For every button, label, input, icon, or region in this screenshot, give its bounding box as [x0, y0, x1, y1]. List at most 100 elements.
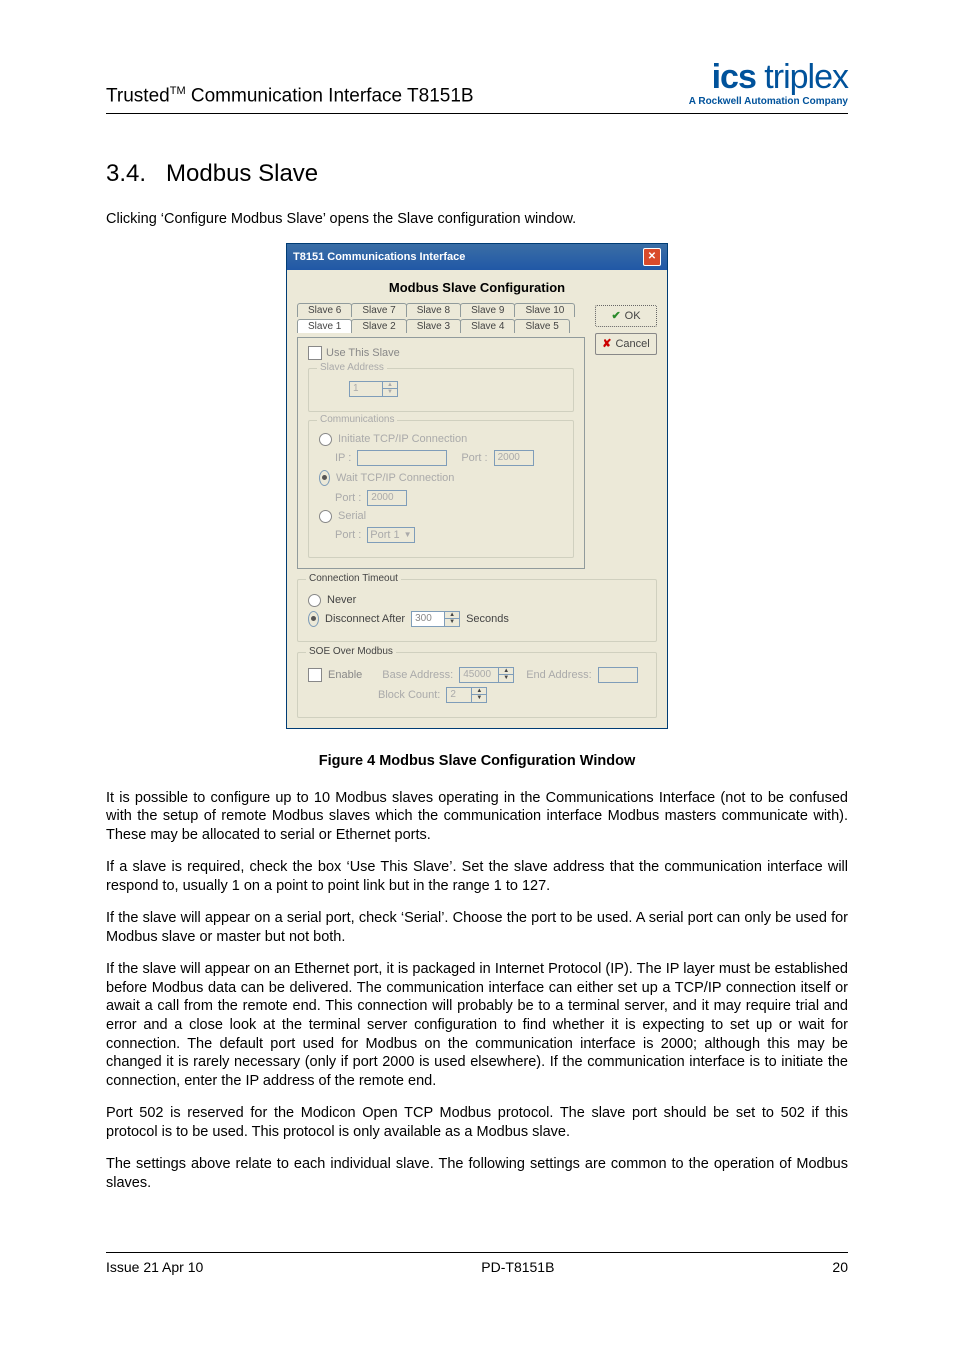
down-arrow-icon[interactable]: ▼ [472, 695, 486, 702]
body-paragraph: If the slave will appear on an Ethernet … [106, 960, 848, 1090]
never-radio[interactable] [308, 594, 321, 607]
page-footer: Issue 21 Apr 10 PD-T8151B 20 [106, 1252, 848, 1275]
doc-title: TrustedTM Communication Interface T8151B [106, 85, 474, 107]
soe-enable-checkbox[interactable] [308, 668, 322, 682]
tab-slave-8[interactable]: Slave 8 [406, 303, 461, 317]
down-arrow-icon[interactable]: ▼ [445, 619, 459, 626]
header-rule [106, 113, 848, 114]
serial-port-value: Port 1 [370, 529, 399, 541]
up-arrow-icon[interactable]: ▲ [472, 688, 486, 696]
tab-slave-5[interactable]: Slave 5 [514, 319, 569, 333]
port-wait-label: Port : [335, 492, 361, 504]
serial-row[interactable]: Serial [319, 510, 563, 523]
disconnect-after-value[interactable]: 300 [411, 611, 445, 627]
slave-address-spinner[interactable]: 1 ▲▼ [349, 381, 398, 397]
tagline-comp: Company [800, 96, 848, 107]
close-icon[interactable]: ✕ [643, 248, 661, 266]
serial-port-select[interactable]: Port 1 ▼ [367, 527, 414, 543]
tab-panel: Use This Slave Slave Address 1 ▲▼ [297, 337, 585, 569]
initiate-tcpip-label: Initiate TCP/IP Connection [338, 433, 467, 445]
footer-right: 20 [832, 1259, 848, 1275]
check-icon: ✔ [611, 309, 620, 322]
disconnect-after-label: Disconnect After [325, 613, 405, 625]
up-arrow-icon[interactable]: ▲ [445, 612, 459, 620]
disconnect-after-radio[interactable] [308, 611, 319, 627]
tab-slave-10[interactable]: Slave 10 [514, 303, 575, 317]
footer-left: Issue 21 Apr 10 [106, 1259, 203, 1275]
cancel-button[interactable]: ✘Cancel [595, 333, 657, 355]
dialog-window: T8151 Communications Interface ✕ Modbus … [286, 243, 668, 729]
base-address-spinner[interactable]: 45000 ▲▼ [459, 667, 514, 683]
section-heading: 3.4. Modbus Slave [106, 160, 848, 188]
intro-paragraph: Clicking ‘Configure Modbus Slave’ opens … [106, 210, 848, 229]
ip-label: IP : [335, 452, 351, 464]
never-row[interactable]: Never [308, 594, 646, 607]
soe-over-modbus-title: SOE Over Modbus [306, 646, 396, 657]
tagline-a: A [689, 96, 699, 107]
base-address-label: Base Address: [382, 669, 453, 681]
section-number: 3.4. [106, 160, 146, 187]
footer-center: PD-T8151B [481, 1259, 554, 1275]
disconnect-after-spinner[interactable]: 300 ▲▼ [411, 611, 460, 627]
connection-timeout-title: Connection Timeout [306, 573, 401, 584]
use-this-slave-row[interactable]: Use This Slave [308, 346, 574, 360]
doc-title-suffix: Communication Interface T8151B [186, 85, 474, 106]
slave-address-value[interactable]: 1 [349, 381, 383, 397]
initiate-tcpip-radio[interactable] [319, 433, 332, 446]
tab-slave-2[interactable]: Slave 2 [351, 319, 406, 333]
initiate-tcpip-row[interactable]: Initiate TCP/IP Connection [319, 433, 563, 446]
never-label: Never [327, 594, 356, 606]
brand-block: ics triplex A Rockwell Automation Compan… [689, 60, 848, 107]
end-address-value[interactable] [598, 667, 638, 683]
port-top-input[interactable]: 2000 [494, 450, 534, 466]
tab-slave-9[interactable]: Slave 9 [460, 303, 515, 317]
body-paragraph: It is possible to configure up to 10 Mod… [106, 789, 848, 845]
slave-tabs: Slave 6 Slave 7 Slave 8 Slave 9 Slave 10… [297, 303, 585, 337]
end-address-label: End Address: [526, 669, 591, 681]
body-paragraph: If the slave will appear on a serial por… [106, 909, 848, 946]
tab-slave-1[interactable]: Slave 1 [297, 319, 352, 333]
dialog-title-text: T8151 Communications Interface [293, 251, 465, 263]
dialog-header: Modbus Slave Configuration [287, 270, 667, 303]
trademark: TM [170, 85, 186, 97]
seconds-label: Seconds [466, 613, 509, 625]
dialog-titlebar[interactable]: T8151 Communications Interface ✕ [287, 244, 667, 270]
up-arrow-icon[interactable]: ▲ [499, 668, 513, 676]
tab-slave-6[interactable]: Slave 6 [297, 303, 352, 317]
doc-title-prefix: Trusted [106, 85, 170, 106]
serial-port-label: Port : [335, 529, 361, 541]
down-arrow-icon[interactable]: ▼ [499, 675, 513, 682]
wait-tcpip-row[interactable]: Wait TCP/IP Connection [319, 470, 563, 486]
block-count-value[interactable]: 2 [446, 687, 472, 703]
serial-label: Serial [338, 510, 366, 522]
wait-tcpip-label: Wait TCP/IP Connection [336, 472, 454, 484]
tagline-ra: Rockwell Automation [698, 96, 799, 107]
ip-input[interactable] [357, 450, 447, 466]
body-paragraph: If a slave is required, check the box ‘U… [106, 858, 848, 895]
tab-slave-7[interactable]: Slave 7 [351, 303, 406, 317]
chevron-down-icon: ▼ [404, 530, 412, 539]
slave-address-group-title: Slave Address [317, 362, 387, 373]
figure-caption: Figure 4 Modbus Slave Configuration Wind… [106, 753, 848, 769]
down-arrow-icon[interactable]: ▼ [383, 389, 397, 396]
wait-tcpip-radio[interactable] [319, 470, 330, 486]
block-count-spinner[interactable]: 2 ▲▼ [446, 687, 487, 703]
logo-triplex: triplex [756, 58, 848, 96]
use-this-slave-checkbox[interactable] [308, 346, 322, 360]
port-wait-input[interactable]: 2000 [367, 490, 407, 506]
body-paragraph: The settings above relate to each indivi… [106, 1155, 848, 1192]
tagline: A Rockwell Automation Company [689, 96, 848, 107]
ok-label: OK [625, 310, 641, 322]
tab-slave-3[interactable]: Slave 3 [406, 319, 461, 333]
up-arrow-icon[interactable]: ▲ [383, 382, 397, 390]
serial-radio[interactable] [319, 510, 332, 523]
block-count-label: Block Count: [378, 689, 440, 701]
ok-button[interactable]: ✔ OK [595, 305, 657, 327]
connection-timeout-group: Connection Timeout Never Disconnect Afte… [297, 579, 657, 642]
communications-group: Communications Initiate TCP/IP Connectio… [308, 420, 574, 558]
tab-slave-4[interactable]: Slave 4 [460, 319, 515, 333]
cancel-label: Cancel [615, 338, 649, 350]
use-this-slave-label: Use This Slave [326, 347, 400, 359]
base-address-value[interactable]: 45000 [459, 667, 499, 683]
disconnect-after-row[interactable]: Disconnect After 300 ▲▼ Seconds [308, 611, 646, 627]
